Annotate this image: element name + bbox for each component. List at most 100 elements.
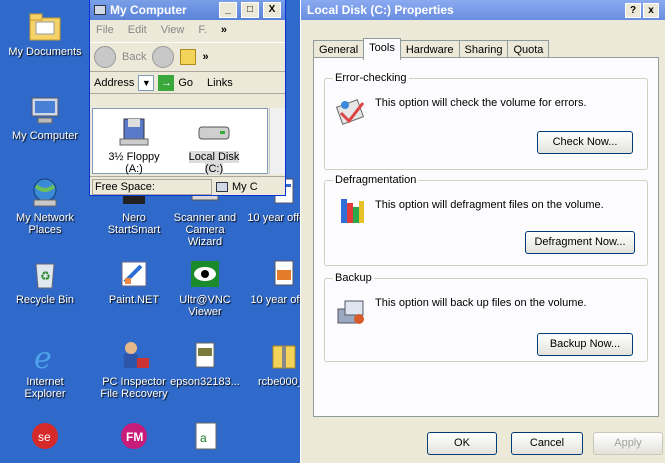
desktop-icon-my-network-places[interactable]: My Network Places — [8, 176, 82, 236]
close-button[interactable]: x — [643, 2, 659, 18]
drive-list: 3½ Floppy (A:) Local Disk (C:) — [92, 108, 268, 175]
menu-view[interactable]: View — [161, 24, 185, 38]
desktop-icon-label: 10 year offer.m — [247, 212, 300, 224]
desktop-icon-label: My Documents — [8, 46, 82, 58]
address-label: Address — [94, 76, 135, 89]
properties-dialog[interactable]: Local Disk (C:) Properties ? x General T… — [300, 0, 665, 463]
desktop-icon-label: Paint.NET — [108, 294, 160, 306]
back-button-label[interactable]: Back — [122, 51, 146, 63]
go-arrow-icon[interactable]: → — [158, 74, 175, 91]
recycle-bin-icon: ♻ — [28, 258, 62, 290]
desktop-icon-app-bottom-left[interactable]: se — [8, 420, 82, 456]
check-now-button[interactable]: Check Now... — [537, 131, 633, 154]
help-button[interactable]: ? — [625, 2, 641, 18]
dialog-titlebar[interactable]: Local Disk (C:) Properties ? x — [301, 0, 665, 20]
folder-icon — [28, 10, 62, 42]
check-disk-icon — [335, 95, 367, 127]
svg-text:se: se — [38, 430, 51, 444]
status-bar: Free Space: My C — [90, 176, 285, 195]
image-file-icon — [267, 258, 300, 290]
chevron-right-icon[interactable]: » — [221, 24, 227, 38]
internet-explorer-icon: e — [28, 340, 62, 376]
error-checking-group: Error-checking This option will check th… — [324, 72, 648, 170]
group-title: Error-checking — [333, 72, 409, 84]
desktop-icon-label: My Computer — [11, 130, 79, 142]
status-text: Free Space: — [92, 178, 212, 195]
desktop-icon-my-documents[interactable]: My Documents — [8, 10, 82, 58]
pc-inspector-icon — [117, 340, 151, 372]
drive-label: 3½ Floppy (A:) — [108, 151, 160, 175]
desktop-icon-paint-net[interactable]: Paint.NET — [97, 258, 171, 306]
drive-floppy[interactable]: 3½ Floppy (A:) — [99, 117, 169, 175]
desktop-icon-spreadsheet[interactable]: a — [168, 420, 242, 456]
menu-file[interactable]: File — [96, 24, 114, 38]
forward-arrow-icon[interactable] — [152, 46, 175, 68]
address-bar: Address ▼ → Go Links — [90, 72, 285, 94]
go-button[interactable]: Go — [178, 77, 193, 89]
folder-zip-icon — [267, 340, 300, 372]
computer-icon — [28, 94, 62, 126]
svg-text:FM: FM — [126, 430, 143, 444]
vertical-scrollbar[interactable] — [269, 108, 285, 174]
up-folder-icon[interactable] — [180, 49, 197, 65]
dialog-title: Local Disk (C:) Properties — [307, 3, 454, 17]
svg-text:e: e — [34, 341, 52, 372]
maximize-button[interactable]: □ — [241, 2, 259, 18]
defragmentation-group: Defragmentation This option will defragm… — [324, 174, 648, 266]
desktop-icon-label: Nero StartSmart — [107, 212, 161, 236]
tab-tools[interactable]: Tools — [363, 38, 401, 60]
desktop-icon-label: My Network Places — [15, 212, 75, 236]
group-title: Defragmentation — [333, 174, 419, 186]
drive-local-disk-c[interactable]: Local Disk (C:) — [179, 117, 249, 175]
drive-label: Local Disk (C:) — [188, 151, 240, 175]
links-button[interactable]: Links — [207, 77, 233, 89]
desktop-icon-my-computer[interactable]: My Computer — [8, 94, 82, 142]
vnc-eye-icon — [188, 258, 222, 290]
dialog-button-bar: OK Cancel Apply — [301, 428, 665, 463]
menu-favorites[interactable]: F. — [198, 24, 207, 38]
desktop-icon-pc-inspector[interactable]: PC Inspector File Recovery — [97, 340, 171, 400]
floppy-drive-icon — [116, 117, 152, 147]
group-title: Backup — [333, 272, 374, 284]
menu-edit[interactable]: Edit — [128, 24, 147, 38]
desktop-icon-label: Internet Explorer — [24, 376, 66, 400]
defragment-icon — [335, 195, 367, 227]
tools-tab-panel: Error-checking This option will check th… — [313, 57, 659, 417]
group-description: This option will back up files on the vo… — [375, 297, 587, 309]
my-computer-window[interactable]: My Computer _ □ X File Edit View F. » Ba… — [89, 0, 286, 196]
address-dropdown[interactable]: ▼ — [138, 74, 155, 91]
app-icon: se — [28, 420, 62, 452]
defragment-now-button[interactable]: Defragment Now... — [525, 231, 635, 254]
chevron-right-icon[interactable]: » — [202, 51, 208, 63]
desktop-icon-recycle-bin[interactable]: ♻ Recycle Bin — [8, 258, 82, 306]
svg-text:a: a — [200, 431, 207, 445]
desktop-icon-epson[interactable]: epson32183... — [168, 340, 242, 388]
hard-disk-icon — [196, 117, 232, 147]
desktop-icon-label: 10 year offer.t — [250, 294, 300, 306]
computer-icon — [216, 181, 228, 192]
menu-bar: File Edit View F. » — [90, 20, 285, 42]
desktop-icon-label: epson32183... — [170, 376, 240, 388]
desktop-icon-internet-explorer[interactable]: e Internet Explorer — [8, 340, 82, 400]
desktop-icon-label: rcbe000_a — [258, 376, 300, 388]
desktop-icon-10-year-offer-t[interactable]: 10 year offer.t — [247, 258, 300, 306]
group-description: This option will defragment files on the… — [375, 199, 604, 211]
backup-icon — [335, 297, 367, 329]
desktop-icon-label: Scanner and Camera Wizard — [173, 212, 237, 248]
desktop-icon-rcbe000[interactable]: rcbe000_a — [247, 340, 300, 388]
cancel-button[interactable]: Cancel — [511, 432, 583, 455]
backup-now-button[interactable]: Backup Now... — [537, 333, 633, 356]
ok-button[interactable]: OK — [427, 432, 497, 455]
close-button[interactable]: X — [263, 2, 281, 18]
desktop-icon-ultravnc[interactable]: Ultr@VNC Viewer — [168, 258, 242, 318]
desktop-icon-label: Ultr@VNC Viewer — [179, 294, 231, 318]
back-arrow-icon[interactable] — [94, 46, 116, 68]
network-globe-icon — [28, 176, 62, 208]
fm-app-icon: FM — [117, 420, 151, 452]
minimize-button[interactable]: _ — [219, 2, 237, 18]
desktop-icon-label: Recycle Bin — [15, 294, 75, 306]
desktop: My Documents My Computer My Network Plac… — [0, 0, 300, 463]
my-computer-titlebar[interactable]: My Computer _ □ X — [90, 0, 285, 20]
desktop-icon-fm-app[interactable]: FM — [97, 420, 171, 456]
apply-button[interactable]: Apply — [593, 432, 663, 455]
